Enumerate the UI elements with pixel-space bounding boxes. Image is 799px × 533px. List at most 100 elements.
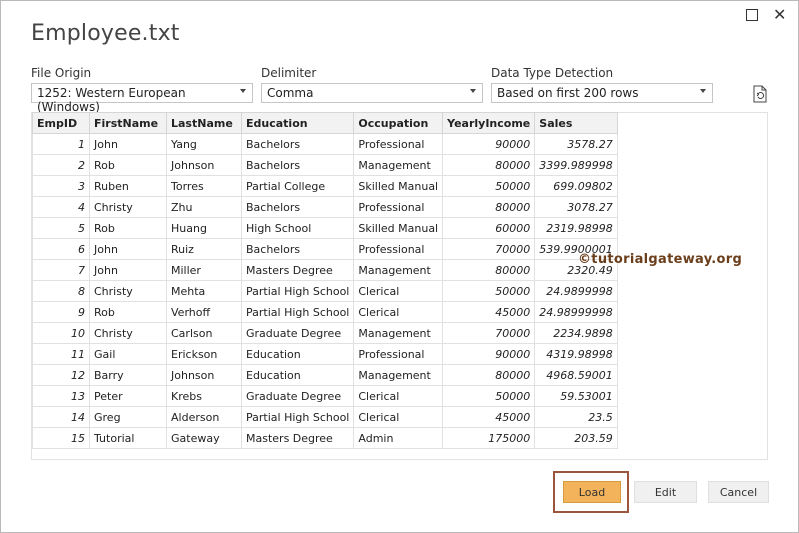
table-row: 11 Gail Erickson Education Professional 90000… [32, 343, 618, 365]
table-cell: 90000 [442, 133, 536, 155]
column-header[interactable]: Sales [534, 112, 618, 134]
edit-button[interactable]: Edit [634, 481, 697, 503]
table-cell: Rob [89, 217, 167, 239]
table-cell: Greg [89, 406, 167, 428]
table-cell: Management [353, 154, 444, 176]
table-cell: 14 [32, 406, 90, 428]
table-cell: Ruiz [166, 238, 242, 260]
column-header[interactable]: Education [240, 112, 355, 134]
table-cell: 4 [32, 196, 90, 218]
table-cell: Clerical [353, 406, 444, 428]
table-row: 8 Christy Mehta Partial High School Clerical… [32, 280, 618, 302]
table-cell: 15 [32, 427, 90, 449]
table-cell: 80000 [442, 364, 536, 386]
table-cell: Peter [89, 385, 167, 407]
table-cell: 50000 [442, 175, 536, 197]
type-detection-dropdown[interactable]: Based on first 200 rows [491, 83, 713, 103]
table-cell: Bachelors [240, 238, 355, 260]
table-cell: 80000 [442, 154, 536, 176]
table-cell: Skilled Manual [353, 217, 444, 239]
table-cell: 45000 [442, 406, 536, 428]
maximize-icon[interactable] [746, 9, 758, 21]
table-cell: 23.5 [534, 406, 618, 428]
table-header-row: EmpID FirstName LastName Education Occup… [32, 112, 618, 134]
table-cell: Barry [89, 364, 167, 386]
load-button[interactable]: Load [563, 481, 621, 503]
table-cell: Johnson [166, 154, 242, 176]
table-cell: Huang [166, 217, 242, 239]
file-origin-label: File Origin [31, 66, 92, 80]
table-cell: Partial High School [240, 406, 355, 428]
table-row: 3 Ruben Torres Partial College Skilled Manua… [32, 175, 618, 197]
table-cell: 3399.989998 [534, 154, 618, 176]
table-cell: Miller [166, 259, 242, 281]
table-cell: 3 [32, 175, 90, 197]
column-header[interactable]: FirstName [89, 112, 167, 134]
table-row: 13 Peter Krebs Graduate Degree Clerical 50000… [32, 385, 618, 407]
table-cell: Christy [89, 322, 167, 344]
table-cell: Clerical [353, 385, 444, 407]
file-origin-value: 1252: Western European (Windows) [37, 86, 186, 114]
table-row: 15 Tutorial Gateway Masters Degree Admin 1750… [32, 427, 618, 449]
file-origin-dropdown[interactable]: 1252: Western European (Windows) [31, 83, 253, 114]
chevron-down-icon [240, 89, 246, 93]
table-cell: 7 [32, 259, 90, 281]
table-cell: Graduate Degree [240, 385, 355, 407]
chevron-down-icon [700, 89, 706, 93]
table-cell: 45000 [442, 301, 536, 323]
table-cell: Management [353, 364, 444, 386]
table-row: 10 Christy Carlson Graduate Degree Managemen… [32, 322, 618, 344]
table-cell: Bachelors [240, 133, 355, 155]
table-cell: Yang [166, 133, 242, 155]
table-cell: Masters Degree [240, 427, 355, 449]
table-cell: 5 [32, 217, 90, 239]
table-cell: Verhoff [166, 301, 242, 323]
column-header[interactable]: Occupation [353, 112, 444, 134]
table-cell: 13 [32, 385, 90, 407]
table-cell: 90000 [442, 343, 536, 365]
table-body: 1 John Yang Bachelors Professional 90000 3578.… [32, 133, 618, 449]
column-header[interactable]: EmpID [32, 112, 90, 134]
table-cell: Christy [89, 196, 167, 218]
table-cell: Partial High School [240, 280, 355, 302]
table-cell: Carlson [166, 322, 242, 344]
table-cell: 70000 [442, 238, 536, 260]
table-cell: Clerical [353, 280, 444, 302]
table-row: 14 Greg Alderson Partial High School Clerica… [32, 406, 618, 428]
table-cell: 4319.98998 [534, 343, 618, 365]
column-header[interactable]: YearlyIncome [442, 112, 536, 134]
table-cell: Rob [89, 301, 167, 323]
table-cell: Graduate Degree [240, 322, 355, 344]
table-cell: 12 [32, 364, 90, 386]
table-cell: 3078.27 [534, 196, 618, 218]
cancel-button[interactable]: Cancel [708, 481, 769, 503]
table-cell: Zhu [166, 196, 242, 218]
column-header[interactable]: LastName [166, 112, 242, 134]
table-cell: Gateway [166, 427, 242, 449]
table-cell: Bachelors [240, 196, 355, 218]
dialog-window: Employee.txt ✕ File Origin 1252: Western… [0, 0, 799, 533]
preview-table: EmpID FirstName LastName Education Occup… [32, 112, 618, 449]
close-icon[interactable]: ✕ [773, 5, 786, 24]
table-cell: 50000 [442, 280, 536, 302]
table-cell: 11 [32, 343, 90, 365]
table-cell: Professional [353, 196, 444, 218]
type-detection-label: Data Type Detection [491, 66, 614, 80]
table-cell: Partial High School [240, 301, 355, 323]
table-row: 2 Rob Johnson Bachelors Management 80000 3399.… [32, 154, 618, 176]
table-cell: 3578.27 [534, 133, 618, 155]
table-cell: Management [353, 322, 444, 344]
delimiter-dropdown[interactable]: Comma [261, 83, 483, 103]
table-row: 4 Christy Zhu Bachelors Professional 80000 307… [32, 196, 618, 218]
table-cell: Ruben [89, 175, 167, 197]
refresh-file-icon[interactable] [752, 85, 768, 103]
table-cell: 2 [32, 154, 90, 176]
delimiter-value: Comma [267, 86, 314, 100]
table-cell: Johnson [166, 364, 242, 386]
table-cell: 699.09802 [534, 175, 618, 197]
table-cell: 24.9899998 [534, 280, 618, 302]
table-cell: John [89, 133, 167, 155]
table-cell: 80000 [442, 259, 536, 281]
table-cell: 80000 [442, 196, 536, 218]
table-cell: 1 [32, 133, 90, 155]
